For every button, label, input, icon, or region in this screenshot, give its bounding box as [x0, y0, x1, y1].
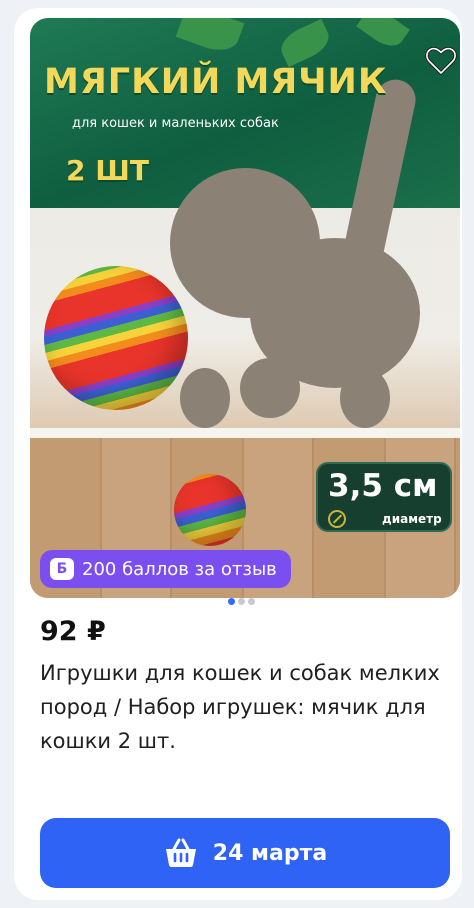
- gallery-dot[interactable]: [238, 598, 245, 605]
- gallery-pagination[interactable]: [228, 598, 255, 605]
- product-image-gallery[interactable]: МЯГКИЙ МЯЧИК для кошек и маленьких собак…: [30, 18, 460, 598]
- image-subtitle-text: для кошек и маленьких собак: [72, 116, 279, 131]
- cat-paw: [180, 368, 230, 428]
- cat-paw: [240, 358, 300, 418]
- ruler-icon: [328, 510, 346, 528]
- gallery-dot[interactable]: [248, 598, 255, 605]
- size-value: 3,5 см: [328, 468, 438, 504]
- add-to-cart-button[interactable]: 24 марта: [40, 818, 450, 888]
- rainbow-ball-large: [44, 266, 188, 410]
- image-title-text: МЯГКИЙ МЯЧИК: [44, 62, 388, 102]
- points-icon: Б: [50, 558, 74, 580]
- heart-icon: [425, 46, 457, 75]
- size-badge: 3,5 см диаметр: [316, 462, 452, 532]
- cat-paw: [340, 368, 390, 428]
- product-price: 92 ₽: [40, 616, 106, 647]
- favorite-button[interactable]: [424, 44, 458, 78]
- basket-icon: [165, 838, 196, 867]
- image-pack-text: 2 ШТ: [66, 154, 149, 187]
- points-badge: Б 200 баллов за отзыв: [40, 550, 291, 588]
- delivery-date-label: 24 марта: [212, 840, 328, 866]
- size-label: диаметр: [382, 512, 442, 526]
- rainbow-ball-small: [174, 474, 246, 546]
- product-title[interactable]: Игрушки для кошек и собак мелких пород /…: [40, 656, 440, 758]
- gallery-dot[interactable]: [228, 598, 235, 605]
- product-card[interactable]: МЯГКИЙ МЯЧИК для кошек и маленьких собак…: [14, 8, 462, 900]
- points-badge-text: 200 баллов за отзыв: [82, 558, 277, 580]
